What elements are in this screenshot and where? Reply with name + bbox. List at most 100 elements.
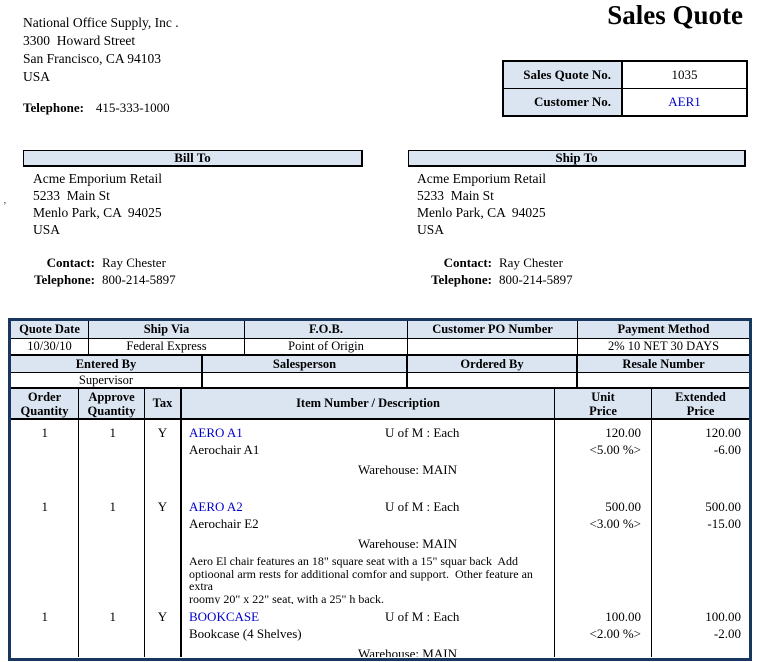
- ship-to-address: Acme Emporium Retail 5233 Main St Menlo …: [417, 170, 546, 238]
- unit-price-cell: 100.00 <2.00 %>: [555, 604, 652, 657]
- item-row-2: 1 1 Y AERO A2 U of M : Each Aerochair E2…: [11, 494, 749, 604]
- item-number-link[interactable]: AERO A2: [189, 499, 243, 514]
- customer-number-row: Customer No. AER1: [504, 88, 746, 115]
- order-header-row2: Entered By Salesperson Ordered By Resale…: [11, 356, 749, 373]
- uofm-label: U of M : Each: [385, 424, 459, 441]
- salesperson-value: [203, 373, 408, 387]
- bill-to-address: Acme Emporium Retail 5233 Main St Menlo …: [33, 170, 162, 238]
- bill-to-header: Bill To: [23, 150, 363, 167]
- company-address: National Office Supply, Inc . 3300 Howar…: [23, 14, 179, 86]
- item-long-description: Aero El chair features an 18" square sea…: [189, 555, 554, 604]
- ship-via-value: Federal Express: [89, 339, 245, 354]
- ship-to-contact-block: Contact: Ray Chester Telephone: 800-214-…: [420, 254, 573, 288]
- bill-to-contact-label: Contact:: [23, 254, 95, 271]
- discount-amount: -15.00: [652, 515, 741, 532]
- item-description-cell: AERO A1 U of M : Each Aerochair A1 Wareh…: [182, 420, 555, 494]
- company-telephone-value: 415-333-1000: [96, 100, 170, 116]
- order-values-row2: Supervisor: [11, 373, 749, 389]
- uofm-label: U of M : Each: [385, 498, 459, 515]
- tax-cell: Y: [145, 420, 182, 494]
- quote-date-value: 10/30/10: [11, 339, 89, 354]
- ship-to-telephone-label: Telephone:: [420, 271, 492, 288]
- resale-number-value: [578, 373, 749, 387]
- approve-qty-cell: 1: [79, 604, 145, 657]
- ship-to-contact-value: Ray Chester: [499, 254, 563, 271]
- quote-number-label: Sales Quote No.: [504, 62, 623, 88]
- item-row-1: 1 1 Y AERO A1 U of M : Each Aerochair A1…: [11, 420, 749, 494]
- unit-price-value: 100.00: [555, 608, 641, 625]
- ship-to-header: Ship To: [408, 150, 746, 167]
- salesperson-header: Salesperson: [203, 356, 408, 372]
- approve-qty-cell: 1: [79, 494, 145, 604]
- warehouse-label: Warehouse: MAIN: [358, 461, 554, 478]
- discount-percent: <3.00 %>: [555, 515, 641, 532]
- unit-price-value: 120.00: [555, 424, 641, 441]
- discount-amount: -2.00: [652, 625, 741, 642]
- customer-number-label: Customer No.: [504, 89, 623, 115]
- item-description-text: Aerochair E2: [189, 515, 554, 532]
- items-header-row: Order Quantity Approve Quantity Tax Item…: [11, 389, 749, 420]
- order-qty-cell: 1: [11, 494, 79, 604]
- ship-to-contact-label: Contact:: [420, 254, 492, 271]
- order-qty-cell: 1: [11, 420, 79, 494]
- item-number-link[interactable]: BOOKCASE: [189, 609, 259, 624]
- company-telephone-row: Telephone: 415-333-1000: [23, 100, 170, 116]
- ordered-by-value: [408, 373, 578, 387]
- extended-price-value: 100.00: [652, 608, 741, 625]
- item-description-text: Aerochair A1: [189, 441, 554, 458]
- extended-price-value: 120.00: [652, 424, 741, 441]
- tax-cell: Y: [145, 494, 182, 604]
- discount-amount: -6.00: [652, 441, 741, 458]
- order-qty-header-line1: Order: [28, 390, 61, 404]
- entered-by-value: Supervisor: [11, 373, 203, 387]
- warehouse-label: Warehouse: MAIN: [358, 535, 554, 552]
- approve-qty-cell: 1: [79, 420, 145, 494]
- resale-number-header: Resale Number: [578, 356, 749, 372]
- company-telephone-label: Telephone:: [23, 100, 84, 116]
- extended-price-cell: 120.00 -6.00: [652, 420, 749, 494]
- bill-to-contact-row: Contact: Ray Chester: [23, 254, 176, 271]
- quote-number-row: Sales Quote No. 1035: [504, 62, 746, 88]
- approve-qty-header-line1: Approve: [88, 390, 134, 404]
- tax-column-header: Tax: [145, 389, 182, 418]
- unit-price-column-header: Unit Price: [555, 389, 652, 418]
- order-table: Quote Date Ship Via F.O.B. Customer PO N…: [8, 318, 752, 661]
- order-qty-column-header: Order Quantity: [11, 389, 79, 418]
- ship-via-header: Ship Via: [89, 321, 245, 338]
- bill-to-telephone-label: Telephone:: [23, 271, 95, 288]
- ordered-by-header: Ordered By: [408, 356, 578, 372]
- unit-price-cell: 120.00 <5.00 %>: [555, 420, 652, 494]
- quote-number-value: 1035: [623, 62, 746, 88]
- discount-percent: <2.00 %>: [555, 625, 641, 642]
- item-row-3: 1 1 Y BOOKCASE U of M : Each Bookcase (4…: [11, 604, 749, 657]
- entered-by-header: Entered By: [11, 356, 203, 372]
- customer-po-header: Customer PO Number: [408, 321, 578, 338]
- uofm-label: U of M : Each: [385, 608, 459, 625]
- ship-to-contact-row: Contact: Ray Chester: [420, 254, 573, 271]
- bill-to-telephone-value: 800-214-5897: [102, 271, 176, 288]
- extended-price-header-line2: Price: [687, 404, 715, 418]
- extended-price-column-header: Extended Price: [652, 389, 749, 418]
- extended-price-header-line1: Extended: [675, 390, 726, 404]
- extended-price-cell: 500.00 -15.00: [652, 494, 749, 604]
- unit-price-header-line1: Unit: [591, 390, 615, 404]
- payment-method-value: 2% 10 NET 30 DAYS: [578, 339, 749, 354]
- item-description-cell: BOOKCASE U of M : Each Bookcase (4 Shelv…: [182, 604, 555, 657]
- discount-percent: <5.00 %>: [555, 441, 641, 458]
- unit-price-header-line2: Price: [589, 404, 617, 418]
- bill-to-telephone-row: Telephone: 800-214-5897: [23, 271, 176, 288]
- fob-value: Point of Origin: [245, 339, 408, 354]
- fob-header: F.O.B.: [245, 321, 408, 338]
- order-header-row1: Quote Date Ship Via F.O.B. Customer PO N…: [11, 321, 749, 339]
- ship-to-telephone-row: Telephone: 800-214-5897: [420, 271, 573, 288]
- order-qty-header-line2: Quantity: [21, 404, 69, 418]
- item-number-link[interactable]: AERO A1: [189, 425, 243, 440]
- page-title: Sales Quote: [607, 1, 743, 29]
- ship-to-telephone-value: 800-214-5897: [499, 271, 573, 288]
- stray-mark: ’: [3, 200, 7, 212]
- quote-date-header: Quote Date: [11, 321, 89, 338]
- payment-method-header: Payment Method: [578, 321, 749, 338]
- customer-number-link[interactable]: AER1: [623, 89, 746, 115]
- item-description-column-header: Item Number / Description: [182, 389, 555, 418]
- bill-to-contact-block: Contact: Ray Chester Telephone: 800-214-…: [23, 254, 176, 288]
